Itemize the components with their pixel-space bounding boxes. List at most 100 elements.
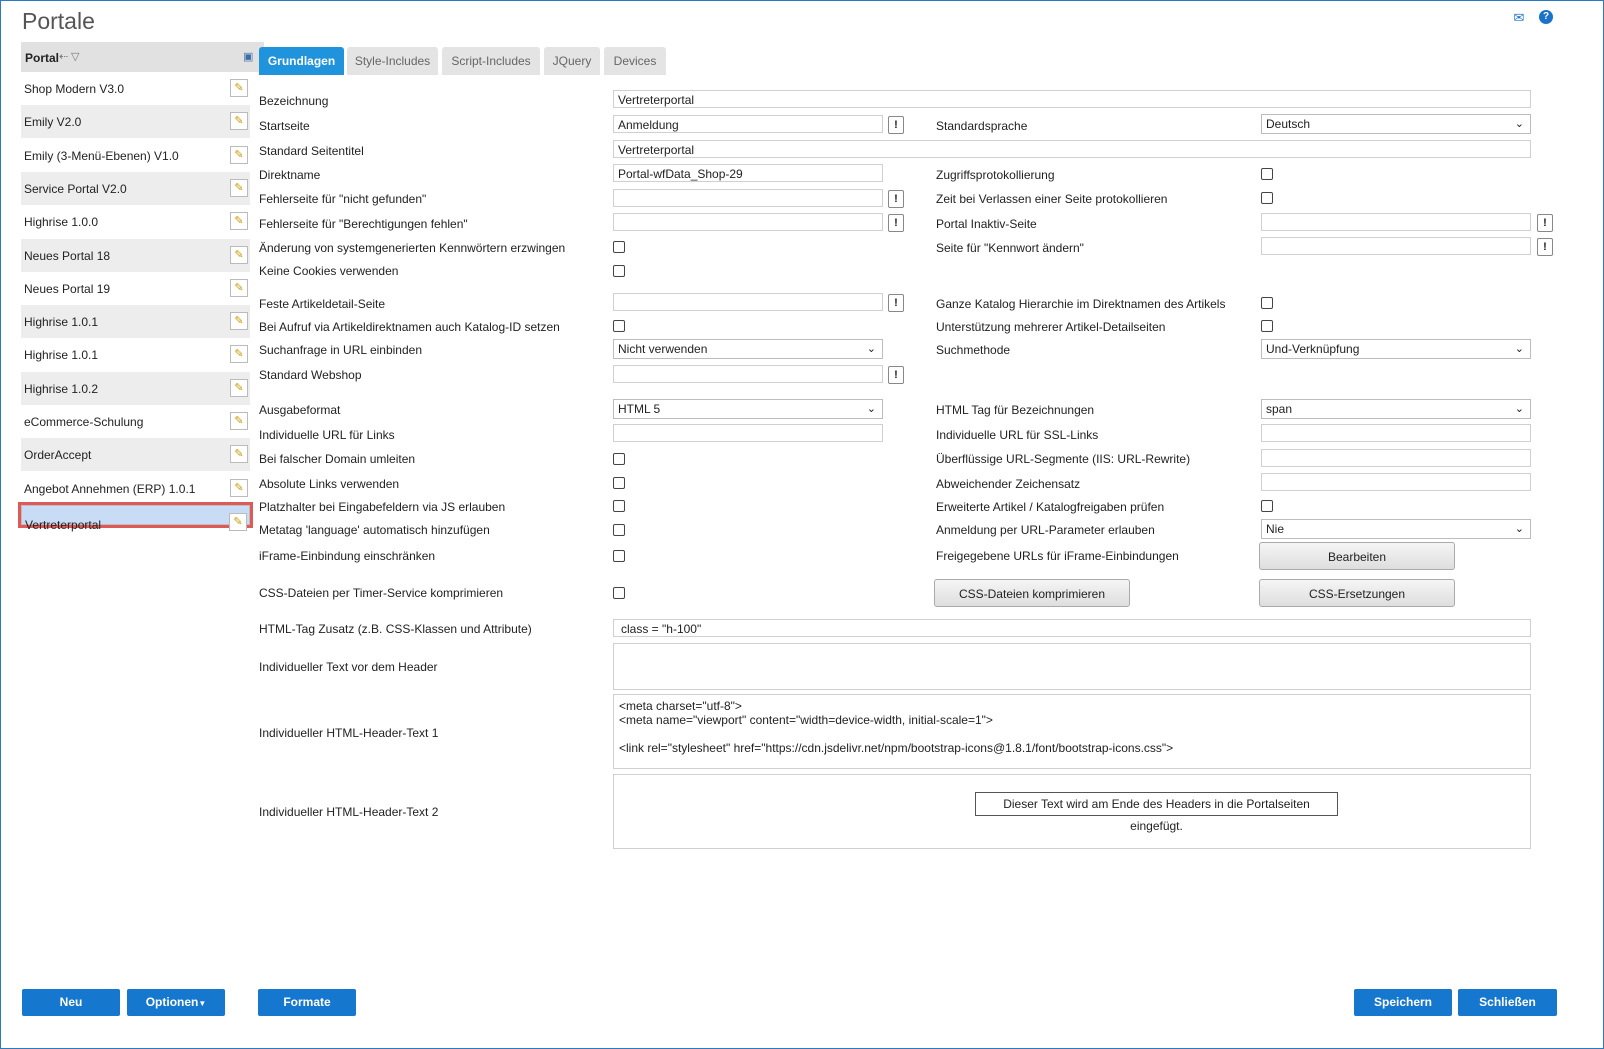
optionen-button[interactable]: Optionen▼ [127, 989, 225, 1016]
css-timer-checkbox[interactable] [613, 587, 625, 599]
webshop-lookup-button[interactable]: ! [888, 366, 904, 384]
html-tag-zusatz-field[interactable]: class = "h-100" [613, 619, 1531, 637]
sidebar-item-label: Neues Portal 18 [24, 248, 111, 263]
sidebar-item[interactable]: Emily V2.0 ✎ [21, 105, 250, 139]
sidebar-item-label: Highrise 1.0.1 [24, 348, 99, 363]
iframe-checkbox[interactable] [613, 550, 625, 562]
kennwort-aendern-lookup-button[interactable]: ! [1537, 238, 1553, 256]
keine-cookies-label: Keine Cookies verwenden [259, 264, 399, 278]
pencil-icon[interactable]: ✎ [230, 112, 248, 131]
artikeldetail-lookup-button[interactable]: ! [888, 294, 904, 312]
seitentitel-field[interactable]: Vertreterportal [613, 140, 1531, 158]
sidebar-item-label: Shop Modern V3.0 [24, 82, 125, 96]
ausgabeformat-select[interactable]: HTML 5 ⌄ [613, 399, 883, 419]
pencil-icon[interactable]: ✎ [230, 278, 248, 297]
inaktiv-seite-field[interactable] [1261, 213, 1531, 231]
url-parameter-select[interactable]: Nie ⌄ [1261, 519, 1531, 539]
help-icon[interactable]: ? [1539, 10, 1553, 24]
sidebar-item[interactable]: Emily (3-Menü-Ebenen) V1.0 ✎ [21, 139, 250, 172]
standardsprache-select[interactable]: Deutsch ⌄ [1261, 114, 1531, 134]
url-ssl-field[interactable] [1261, 424, 1531, 442]
filter-icon[interactable]: ▽ [71, 50, 79, 63]
tab-style-includes[interactable]: Style-Includes [347, 47, 438, 75]
sidebar-item[interactable]: Angebot Annehmen (ERP) 1.0.1 ✎ [21, 472, 250, 505]
fehler-berechtigungen-lookup-button[interactable]: ! [888, 214, 904, 232]
sidebar-item[interactable]: Neues Portal 18 ✎ [21, 238, 250, 272]
neu-button[interactable]: Neu [22, 989, 120, 1016]
sidebar-item[interactable]: OrderAccept ✎ [21, 438, 250, 472]
sidebar-item[interactable]: Highrise 1.0.1 ✎ [21, 305, 250, 339]
webshop-field[interactable] [613, 365, 883, 383]
pencil-icon[interactable]: ✎ [230, 312, 248, 331]
tab-grundlagen[interactable]: Grundlagen [259, 47, 344, 75]
bearbeiten-button[interactable]: Bearbeiten [1259, 542, 1455, 570]
mehrere-detailseiten-checkbox[interactable] [1261, 320, 1273, 332]
katalog-hierarchie-checkbox[interactable] [1261, 297, 1273, 309]
pencil-icon[interactable]: ✎ [230, 478, 248, 497]
metatag-language-checkbox[interactable] [613, 524, 625, 536]
sort-icon[interactable]: ⇠ [59, 50, 68, 63]
direktname-field[interactable]: Portal-wfData_Shop-29 [613, 164, 883, 182]
zeichensatz-field[interactable] [1261, 473, 1531, 491]
fehler-nicht-gefunden-field[interactable] [613, 189, 883, 207]
pencil-icon[interactable]: ✎ [230, 145, 248, 164]
sidebar-item[interactable]: Highrise 1.0.2 ✎ [21, 371, 250, 405]
webshop-label: Standard Webshop [259, 368, 362, 382]
artikeldetail-field[interactable] [613, 293, 883, 311]
inaktiv-seite-lookup-button[interactable]: ! [1537, 214, 1553, 232]
formate-button[interactable]: Formate [258, 989, 356, 1016]
column-chooser-icon[interactable]: ▣ [243, 50, 253, 63]
css-ersetzungen-button[interactable]: CSS-Ersetzungen [1259, 579, 1455, 607]
header-text-1-textarea[interactable]: <meta charset="utf-8"> <meta name="viewp… [613, 694, 1531, 769]
pencil-icon[interactable]: ✎ [229, 512, 247, 531]
pencil-icon[interactable]: ✎ [230, 345, 248, 364]
tab-jquery[interactable]: JQuery [544, 47, 600, 75]
sidebar-header-label[interactable]: Portal [25, 51, 59, 65]
pencil-icon[interactable]: ✎ [230, 378, 248, 397]
pencil-icon[interactable]: ✎ [230, 445, 248, 464]
pencil-icon[interactable]: ✎ [230, 212, 248, 231]
zeichensatz-label: Abweichender Zeichensatz [936, 477, 1081, 491]
sidebar-item[interactable]: Highrise 1.0.0 ✎ [21, 205, 250, 238]
tab-devices[interactable]: Devices [604, 47, 666, 75]
speichern-button[interactable]: Speichern [1354, 989, 1452, 1016]
sidebar-item[interactable]: Highrise 1.0.1 ✎ [21, 338, 250, 371]
suchmethode-select[interactable]: Und-Verknüpfung ⌄ [1261, 339, 1531, 359]
keine-cookies-checkbox[interactable] [613, 265, 625, 277]
sidebar-item[interactable]: Shop Modern V3.0 ✎ [21, 72, 250, 105]
css-komprimieren-button[interactable]: CSS-Dateien komprimieren [934, 579, 1130, 607]
kennwort-erzwingen-checkbox[interactable] [613, 241, 625, 253]
pencil-icon[interactable]: ✎ [230, 412, 248, 430]
zugriffsprotokollierung-checkbox[interactable] [1261, 168, 1273, 180]
mail-icon[interactable]: ✉ [1511, 10, 1527, 25]
kennwort-aendern-field[interactable] [1261, 237, 1531, 255]
fehler-berechtigungen-field[interactable] [613, 213, 883, 231]
pencil-icon[interactable]: ✎ [230, 245, 248, 264]
sidebar-item[interactable]: Vertreterportal ✎ [18, 501, 253, 532]
sidebar-item[interactable]: Service Portal V2.0 ✎ [21, 171, 250, 205]
tab-script-includes[interactable]: Script-Includes [442, 47, 540, 75]
falsche-domain-checkbox[interactable] [613, 453, 625, 465]
text-vor-header-textarea[interactable] [613, 643, 1531, 690]
text-vor-header-label: Individueller Text vor dem Header [259, 660, 438, 674]
zeit-verlassen-checkbox[interactable] [1261, 192, 1273, 204]
absolute-links-checkbox[interactable] [613, 477, 625, 489]
bezeichnung-field[interactable]: Vertreterportal [613, 90, 1531, 108]
pencil-icon[interactable]: ✎ [230, 178, 248, 197]
sidebar-item[interactable]: Neues Portal 19 ✎ [21, 272, 250, 305]
schliessen-button[interactable]: Schließen [1458, 989, 1557, 1016]
url-segmente-field[interactable] [1261, 449, 1531, 467]
url-parameter-value: Nie [1266, 522, 1285, 536]
katalogfreigaben-checkbox[interactable] [1261, 500, 1273, 512]
html-tag-select[interactable]: span ⌄ [1261, 399, 1531, 419]
startseite-lookup-button[interactable]: ! [888, 116, 904, 134]
suchanfrage-select[interactable]: Nicht verwenden ⌄ [613, 339, 883, 359]
url-links-field[interactable] [613, 424, 883, 442]
katalog-id-checkbox[interactable] [613, 320, 625, 332]
zeit-verlassen-label: Zeit bei Verlassen einer Seite protokoll… [936, 192, 1168, 206]
pencil-icon[interactable]: ✎ [230, 79, 248, 97]
fehler-nicht-gefunden-lookup-button[interactable]: ! [888, 190, 904, 208]
startseite-field[interactable]: Anmeldung [613, 115, 883, 133]
platzhalter-checkbox[interactable] [613, 500, 625, 512]
sidebar-item[interactable]: eCommerce-Schulung ✎ [21, 405, 250, 438]
